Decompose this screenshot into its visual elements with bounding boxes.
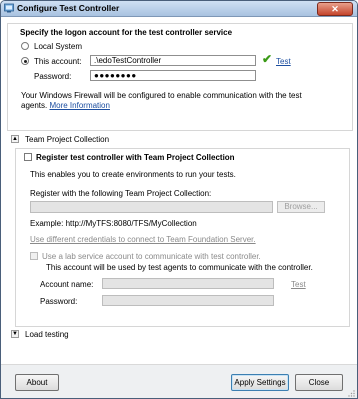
this-account-radio[interactable] bbox=[21, 57, 29, 65]
load-testing-label[interactable]: Load testing bbox=[25, 330, 69, 339]
register-checkbox[interactable] bbox=[24, 153, 32, 161]
example-text: Example: http://MyTFS:8080/TFS/MyCollect… bbox=[30, 219, 197, 228]
collapse-tpc-button[interactable]: ▲ bbox=[11, 135, 19, 143]
lab-service-label: Use a lab service account to communicate… bbox=[42, 252, 261, 261]
browse-button[interactable]: Browse... bbox=[277, 201, 325, 213]
password-input[interactable]: ●●●●●●●● bbox=[90, 70, 256, 81]
local-system-label: Local System bbox=[34, 42, 83, 51]
test-lab-account-link[interactable]: Test bbox=[291, 280, 306, 289]
more-information-link[interactable]: More Information bbox=[49, 101, 109, 110]
close-icon: ✕ bbox=[331, 4, 339, 14]
close-window-button[interactable]: ✕ bbox=[317, 2, 353, 16]
firewall-note: Your Windows Firewall will be configured… bbox=[21, 91, 302, 100]
test-controller-icon bbox=[4, 3, 14, 13]
window-title: Configure Test Controller bbox=[17, 3, 120, 13]
password-label: Password: bbox=[34, 72, 72, 81]
title-bar: Configure Test Controller ✕ bbox=[1, 1, 357, 17]
register-with-label: Register with the following Team Project… bbox=[30, 189, 212, 198]
this-account-label: This account: bbox=[34, 57, 82, 66]
chevron-down-icon: ▼ bbox=[12, 331, 18, 337]
content-panel: Specify the logon account for the test c… bbox=[1, 17, 357, 364]
tpc-expander-label[interactable]: Team Project Collection bbox=[25, 135, 109, 144]
enable-note: This enables you to create environments … bbox=[30, 170, 236, 179]
test-account-link[interactable]: Test bbox=[276, 57, 291, 66]
chevron-up-icon: ▲ bbox=[12, 136, 18, 142]
apply-settings-button[interactable]: Apply Settings bbox=[231, 374, 289, 391]
button-bar: About Apply Settings Close bbox=[1, 364, 357, 398]
account-name-label: Account name: bbox=[40, 280, 94, 289]
resize-grip-icon[interactable] bbox=[347, 389, 355, 397]
expand-load-testing-button[interactable]: ▼ bbox=[11, 330, 19, 338]
about-button[interactable]: About bbox=[15, 374, 59, 391]
close-button[interactable]: Close bbox=[295, 374, 343, 391]
logon-section: Specify the logon account for the test c… bbox=[7, 23, 353, 131]
dialog-window: Configure Test Controller ✕ Specify the … bbox=[0, 0, 358, 399]
account-name-input[interactable] bbox=[102, 278, 274, 289]
account-input[interactable]: .\edoTestController bbox=[90, 55, 256, 66]
register-label[interactable]: Register test controller with Team Proje… bbox=[36, 153, 235, 162]
checkmark-icon: ✔ bbox=[262, 52, 273, 66]
tpc-section: Register test controller with Team Proje… bbox=[15, 148, 350, 327]
lab-note: This account will be used by test agents… bbox=[46, 263, 313, 272]
lab-password-label: Password: bbox=[40, 297, 78, 306]
lab-service-checkbox[interactable] bbox=[30, 252, 38, 260]
lab-password-input[interactable] bbox=[102, 295, 274, 306]
logon-section-title: Specify the logon account for the test c… bbox=[20, 28, 233, 37]
local-system-radio[interactable] bbox=[21, 42, 29, 50]
firewall-note-cont: agents. More Information bbox=[21, 101, 110, 110]
collection-input[interactable] bbox=[30, 201, 273, 213]
different-credentials-link[interactable]: Use different credentials to connect to … bbox=[30, 235, 256, 244]
firewall-note-agents: agents. bbox=[21, 101, 48, 110]
